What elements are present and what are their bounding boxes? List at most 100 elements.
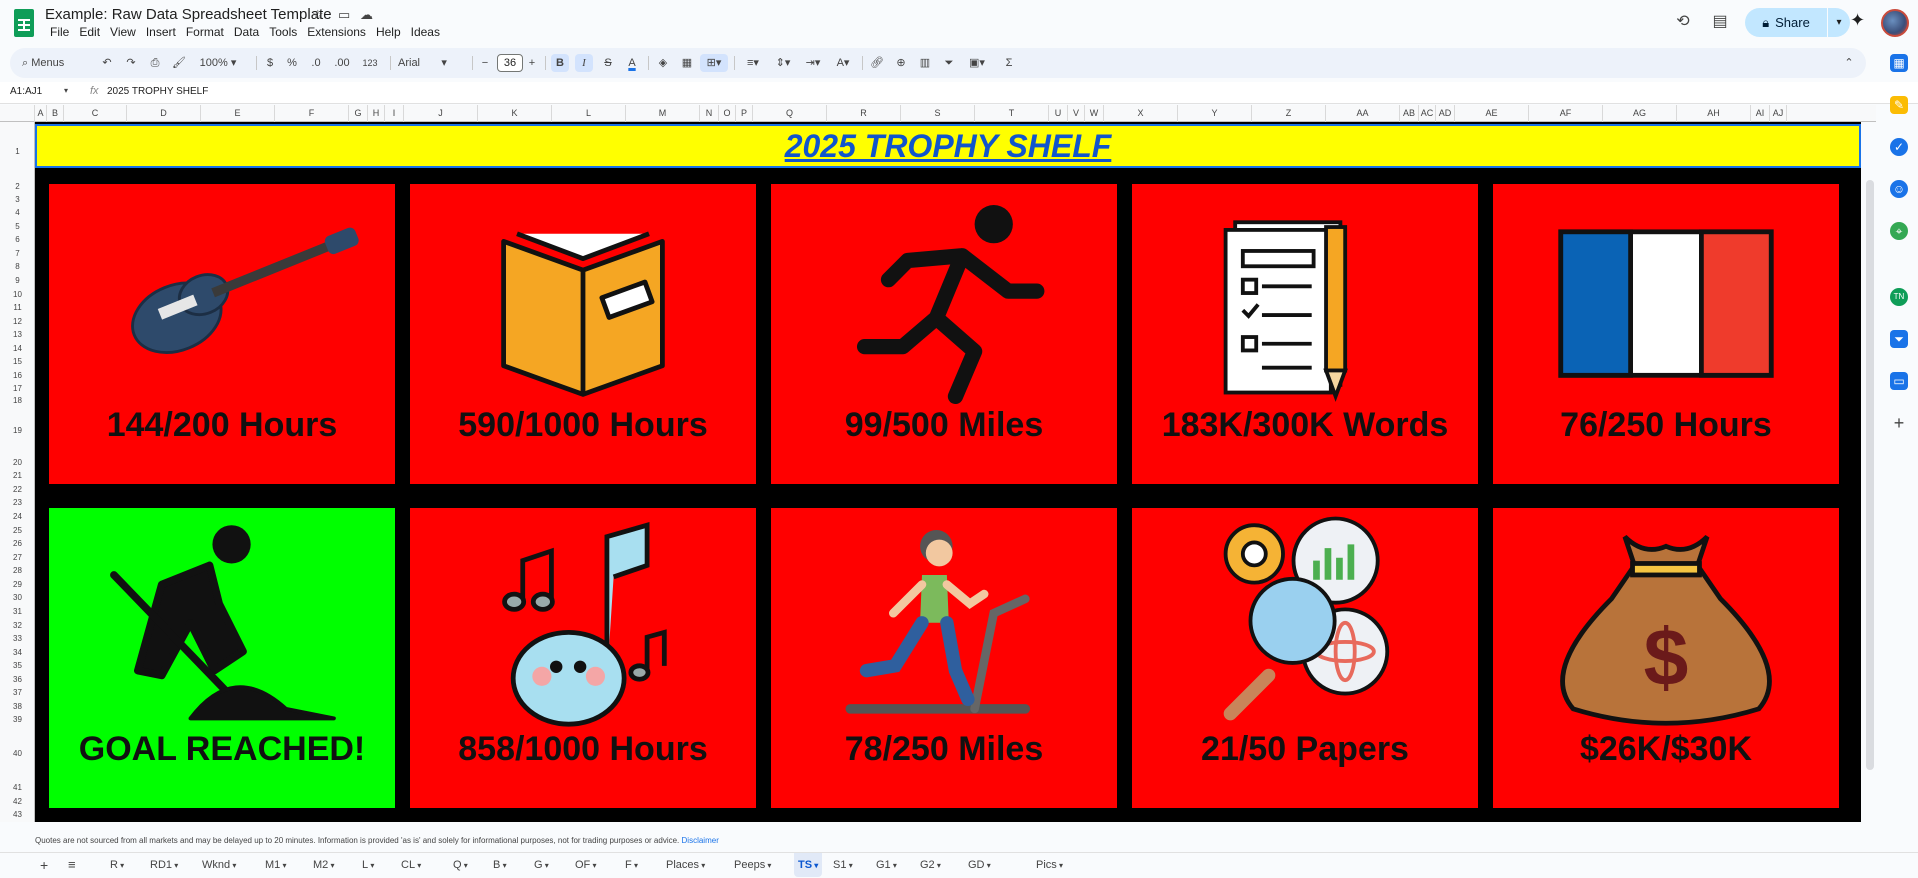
menu-data[interactable]: Data	[229, 25, 264, 39]
chevron-down-icon[interactable]: ▾	[500, 861, 507, 870]
column-header[interactable]: AE	[1455, 105, 1529, 122]
column-header[interactable]: E	[201, 105, 275, 122]
chevron-down-icon[interactable]: ▾	[765, 861, 771, 870]
insert-link-icon[interactable]: 🔗︎	[868, 48, 886, 78]
version-history-icon[interactable]: ⟲	[1672, 11, 1694, 33]
sheet-tab[interactable]: G2 ▾	[916, 853, 945, 877]
font-select[interactable]: Arial ▾	[398, 48, 468, 78]
column-header[interactable]: X	[1104, 105, 1178, 122]
column-header[interactable]: AC	[1419, 105, 1436, 122]
row-header[interactable]: 34	[0, 646, 35, 660]
menu-insert[interactable]: Insert	[141, 25, 181, 39]
row-header[interactable]: 43	[0, 808, 35, 822]
chevron-down-icon[interactable]: ▾	[230, 861, 236, 870]
row-header[interactable]: 28	[0, 564, 35, 578]
goal-tile[interactable]: 183K/300K Words	[1132, 184, 1478, 484]
column-header[interactable]: P	[736, 105, 753, 122]
collapse-toolbar-icon[interactable]: ⌃	[1840, 48, 1858, 78]
disclaimer-link[interactable]: Disclaimer	[682, 836, 719, 845]
vertical-align-icon[interactable]: ⇕▾	[770, 48, 796, 78]
row-header[interactable]: 26	[0, 537, 35, 551]
goal-tile[interactable]: 78/250 Miles	[771, 508, 1117, 808]
sheet-tab[interactable]: TS ▾	[794, 853, 823, 877]
italic-button[interactable]: I	[575, 54, 593, 72]
chevron-down-icon[interactable]: ▾	[891, 861, 897, 870]
increase-decimal-button[interactable]: .00	[330, 48, 354, 78]
sheet-tab[interactable]: R ▾	[106, 853, 128, 877]
move-folder-icon[interactable]: ▭	[338, 7, 350, 23]
calendar-icon[interactable]: ▦	[1890, 54, 1908, 72]
chevron-down-icon[interactable]: ▾	[590, 861, 597, 870]
row-header[interactable]: 29	[0, 578, 35, 592]
column-header[interactable]: I	[385, 105, 404, 122]
sheet-tab[interactable]: F ▾	[621, 853, 642, 877]
filter-icon[interactable]: ⏷	[940, 48, 958, 78]
tasks-icon[interactable]: ✓	[1890, 138, 1908, 156]
star-icon[interactable]: ☆	[312, 7, 324, 23]
column-header[interactable]: AJ	[1770, 105, 1787, 122]
row-header[interactable]: 22	[0, 483, 35, 497]
goal-tile[interactable]: 21/50 Papers	[1132, 508, 1478, 808]
row-header[interactable]: 37	[0, 686, 35, 700]
formula-input[interactable]: 2025 TROPHY SHELF	[107, 86, 208, 97]
vertical-scrollbar[interactable]	[1866, 180, 1874, 770]
maps-icon[interactable]: ⌖	[1890, 222, 1908, 240]
name-box-dropdown-icon[interactable]: ▾	[64, 86, 68, 95]
sheet-tab[interactable]: Q ▾	[449, 853, 472, 877]
column-header[interactable]: J	[404, 105, 478, 122]
chevron-down-icon[interactable]: ▾	[415, 861, 421, 870]
row-header[interactable]: 15	[0, 355, 35, 369]
font-size-decrease-button[interactable]: −	[478, 48, 492, 78]
addon-inbox-icon[interactable]: ▭	[1890, 372, 1908, 390]
row-header[interactable]: 13	[0, 328, 35, 342]
chevron-down-icon[interactable]: ▾	[368, 861, 374, 870]
row-header[interactable]: 32	[0, 619, 35, 633]
account-avatar[interactable]	[1881, 9, 1909, 37]
currency-button[interactable]: $	[262, 48, 278, 78]
row-header[interactable]: 21	[0, 469, 35, 483]
row-header[interactable]: 12	[0, 315, 35, 329]
sheet-tab[interactable]: M2 ▾	[309, 853, 339, 877]
row-header[interactable]: 40	[0, 727, 35, 781]
row-header[interactable]: 3	[0, 193, 35, 207]
get-addons-icon[interactable]: +	[1890, 414, 1908, 432]
goal-tile[interactable]: 858/1000 Hours	[410, 508, 756, 808]
column-header[interactable]: Y	[1178, 105, 1252, 122]
chevron-down-icon[interactable]: ▾	[985, 861, 991, 870]
strikethrough-button[interactable]: S	[599, 48, 617, 78]
sheet-tab[interactable]: RD1 ▾	[146, 853, 182, 877]
select-all-corner[interactable]	[0, 105, 35, 122]
row-header[interactable]: 5	[0, 220, 35, 234]
sheet-canvas[interactable]: 2025 TROPHY SHELF 144/200 Hours 590/1000 …	[35, 122, 1861, 822]
sheet-tab[interactable]: B ▾	[489, 853, 511, 877]
column-header[interactable]: H	[368, 105, 385, 122]
sheet-tab[interactable]: OF ▾	[571, 853, 601, 877]
font-size-increase-button[interactable]: +	[525, 48, 539, 78]
menu-view[interactable]: View	[105, 25, 141, 39]
goal-tile[interactable]: GOAL REACHED!	[49, 508, 395, 808]
row-header[interactable]: 6	[0, 233, 35, 247]
column-header[interactable]: U	[1049, 105, 1068, 122]
sheet-tab[interactable]: G ▾	[530, 853, 553, 877]
merge-cells-icon[interactable]: ⊞▾	[700, 54, 728, 72]
column-header[interactable]: Z	[1252, 105, 1326, 122]
trophy-shelf-banner[interactable]: 2025 TROPHY SHELF	[35, 124, 1861, 168]
sheet-tab[interactable]: G1 ▾	[872, 853, 901, 877]
column-header[interactable]: S	[901, 105, 975, 122]
menu-extensions[interactable]: Extensions	[302, 25, 371, 39]
row-header[interactable]: 14	[0, 342, 35, 356]
chevron-down-icon[interactable]: ▾	[812, 861, 818, 870]
row-header[interactable]: 7	[0, 247, 35, 261]
goal-tile[interactable]: 99/500 Miles	[771, 184, 1117, 484]
cloud-status-icon[interactable]: ☁	[360, 7, 373, 23]
paint-format-icon[interactable]: 🖌︎	[170, 48, 188, 78]
sheet-tab[interactable]: Places ▾	[662, 853, 709, 877]
column-header[interactable]: R	[827, 105, 901, 122]
row-header[interactable]: 36	[0, 673, 35, 687]
column-header[interactable]: C	[64, 105, 127, 122]
column-header[interactable]: O	[719, 105, 736, 122]
column-header[interactable]: B	[47, 105, 64, 122]
chevron-down-icon[interactable]: ▾	[846, 861, 853, 870]
chevron-down-icon[interactable]: ▾	[699, 861, 705, 870]
goal-tile[interactable]: $ $26K/$30K	[1493, 508, 1839, 808]
